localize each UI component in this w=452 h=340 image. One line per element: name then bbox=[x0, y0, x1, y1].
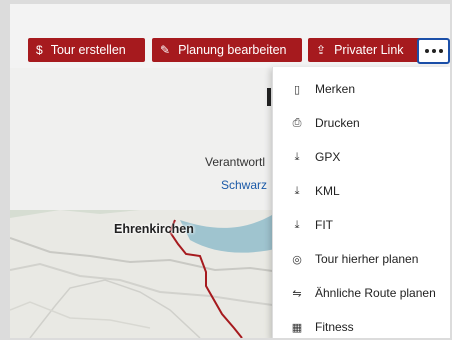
tour-erstellen-button[interactable]: $ Tour erstellen bbox=[28, 38, 145, 62]
menu-item-merken[interactable]: ▯ Merken bbox=[273, 73, 450, 105]
route-icon: $ bbox=[36, 43, 43, 57]
route-icon: ⇋ bbox=[292, 287, 302, 300]
menu-item-gpx[interactable]: ⤓ GPX bbox=[273, 141, 450, 173]
menu-item-label: Tour hierher planen bbox=[315, 252, 419, 266]
more-options-menu: ▯ Merken ⎙ Drucken ⤓ GPX ⤓ KML ⤓ FIT ◎ T… bbox=[272, 67, 450, 338]
text-cursor-mark bbox=[267, 88, 271, 106]
printer-icon: ⎙ bbox=[292, 116, 302, 129]
download-icon: ⤓ bbox=[294, 218, 300, 231]
planung-bearbeiten-label: Planung bearbeiten bbox=[178, 43, 287, 57]
tour-erstellen-label: Tour erstellen bbox=[50, 43, 126, 57]
menu-item-kml[interactable]: ⤓ KML bbox=[273, 175, 450, 207]
map-place-label: Ehrenkirchen bbox=[114, 222, 194, 236]
share-icon: ⇪ bbox=[316, 43, 327, 57]
responsible-text: Verantwortl bbox=[205, 155, 266, 169]
bookmark-icon: ▯ bbox=[293, 83, 301, 96]
edit-icon: ✎ bbox=[160, 43, 171, 57]
responsible-link[interactable]: Schwarz bbox=[221, 178, 267, 192]
menu-item-label: GPX bbox=[315, 150, 341, 164]
menu-item-label: Fitness bbox=[315, 320, 354, 334]
planung-bearbeiten-button[interactable]: ✎ Planung bearbeiten bbox=[152, 38, 302, 62]
menu-item-aehnliche-route-planen[interactable]: ⇋ Ähnliche Route planen bbox=[273, 277, 450, 309]
toolbar: $ Tour erstellen ✎ Planung bearbeiten ⇪ … bbox=[10, 4, 450, 68]
globe-icon: ◎ bbox=[292, 253, 302, 266]
menu-item-label: Merken bbox=[315, 82, 356, 96]
menu-item-fit[interactable]: ⤓ FIT bbox=[273, 209, 450, 241]
privater-link-button[interactable]: ⇪ Privater Link bbox=[308, 38, 421, 62]
menu-item-fitness[interactable]: ▦ Fitness bbox=[273, 311, 450, 338]
menu-item-label: KML bbox=[315, 184, 340, 198]
menu-item-label: Ähnliche Route planen bbox=[315, 286, 436, 300]
calculator-icon: ▦ bbox=[291, 321, 303, 334]
download-icon: ⤓ bbox=[294, 184, 300, 197]
privater-link-label: Privater Link bbox=[334, 43, 404, 57]
more-options-button[interactable] bbox=[417, 38, 450, 64]
menu-item-drucken[interactable]: ⎙ Drucken bbox=[273, 107, 450, 139]
menu-item-tour-hierher-planen[interactable]: ◎ Tour hierher planen bbox=[273, 243, 450, 275]
download-icon: ⤓ bbox=[294, 150, 300, 163]
more-dots-icon bbox=[424, 49, 429, 53]
menu-item-label: Drucken bbox=[315, 116, 360, 130]
menu-item-label: FIT bbox=[315, 218, 333, 232]
screen: $ Tour erstellen ✎ Planung bearbeiten ⇪ … bbox=[10, 4, 450, 338]
